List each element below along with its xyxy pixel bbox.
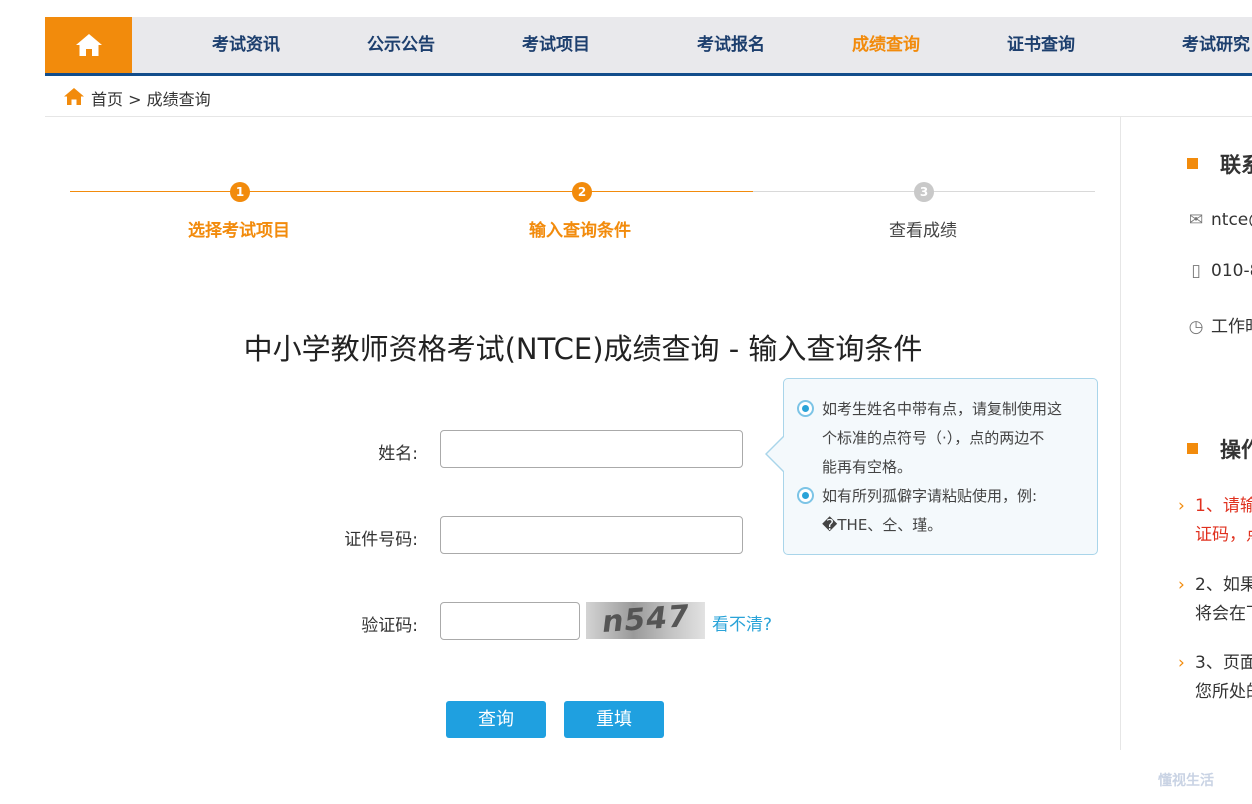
contact-email: ✉ ntce@ (1187, 210, 1252, 230)
tip-1-line-1: 如考生姓名中带有点，请复制使用这 (822, 400, 1063, 418)
square-bullet-icon (1187, 158, 1198, 169)
captcha-text: n547 (600, 602, 692, 639)
operation-note-2-line-2: 将会在下 (1195, 604, 1252, 624)
contact-phone: ▯ 010-8 (1187, 261, 1252, 281)
refresh-captcha-link[interactable]: 看不清? (712, 610, 772, 635)
contact-hours-text: 工作时 (1211, 317, 1252, 337)
operation-note-1: › 1、请输证码，点 (1178, 492, 1252, 550)
mail-icon: ✉ (1188, 210, 1204, 230)
operation-heading: 操作 (1187, 434, 1252, 464)
operation-note-3-line-1: 3、页面 (1195, 653, 1252, 673)
nav-item-score-query[interactable]: 成绩查询 (852, 17, 920, 73)
operation-note-1-line-1: 1、请输 (1195, 496, 1252, 516)
operation-note-3-line-2: 您所处的 (1195, 682, 1252, 702)
contact-phone-text: 010-8 (1211, 261, 1252, 281)
breadcrumb-current: 成绩查询 (146, 90, 211, 109)
tip-2-line-1: 如有所列孤僻字请粘贴使用，例: (822, 487, 1038, 505)
tip-1-line-3: 能再有空格。 (822, 458, 913, 476)
name-label: 姓名: (378, 444, 418, 464)
watermark-logo: 懂视生活 (1158, 770, 1214, 790)
reset-button[interactable]: 重填 (564, 701, 664, 738)
bullet-icon (797, 487, 814, 504)
operation-note-1-line-2: 证码，点 (1195, 525, 1252, 545)
step-2-label: 输入查询条件 (529, 221, 631, 241)
captcha-image[interactable]: n547 (586, 602, 705, 639)
home-icon (75, 34, 102, 56)
breadcrumb-text: 首页 > 成绩查询 (91, 86, 211, 110)
chevron-right-icon: › (1178, 575, 1185, 595)
step-1-badge: 1 (230, 182, 250, 202)
nav-item-exam-research[interactable]: 考试研究 (1182, 17, 1250, 73)
step-2-badge: 2 (572, 182, 592, 202)
chevron-right-icon: › (1178, 496, 1185, 516)
captcha-input[interactable] (440, 602, 580, 640)
operation-note-2: › 2、如果将会在下 (1178, 571, 1252, 629)
operation-heading-text: 操作 (1220, 438, 1252, 462)
nav-item-announcements[interactable]: 公示公告 (367, 17, 435, 73)
nav-item-registration[interactable]: 考试报名 (697, 17, 765, 73)
clock-icon: ◷ (1188, 317, 1204, 337)
id-number-label: 证件号码: (344, 530, 418, 550)
captcha-label: 验证码: (361, 616, 418, 636)
breadcrumb-home-link[interactable]: 首页 (91, 90, 123, 109)
submit-button[interactable]: 查询 (446, 701, 546, 738)
phone-icon: ▯ (1191, 261, 1201, 281)
breadcrumb: 首页 > 成绩查询 (45, 77, 1252, 117)
input-tips-tooltip: 如考生姓名中带有点，请复制使用这 个标准的点符号（·），点的两边不 能再有空格。… (783, 378, 1098, 555)
tooltip-arrow-fill (767, 437, 784, 471)
contact-email-text: ntce@ (1211, 210, 1252, 230)
id-number-input[interactable] (440, 516, 743, 554)
operation-note-2-line-1: 2、如果 (1195, 575, 1252, 595)
bullet-icon (797, 400, 814, 417)
right-divider (1120, 117, 1121, 750)
step-1-label: 选择考试项目 (188, 221, 290, 241)
step-3-badge: 3 (914, 182, 934, 202)
breadcrumb-separator: > (128, 90, 142, 109)
nav-item-exam-projects[interactable]: 考试项目 (522, 17, 590, 73)
square-bullet-icon (1187, 443, 1198, 454)
chevron-right-icon: › (1178, 653, 1185, 673)
tip-1-line-2: 个标准的点符号（·），点的两边不 (822, 429, 1045, 447)
nav-item-exam-news[interactable]: 考试资讯 (212, 17, 280, 73)
watermark-text: 懂视生活 (1158, 773, 1214, 789)
home-button[interactable] (45, 17, 132, 73)
nav-item-certificate-query[interactable]: 证书查询 (1007, 17, 1075, 73)
step-3-label: 查看成绩 (889, 221, 957, 241)
name-input[interactable] (440, 430, 743, 468)
home-icon (64, 88, 84, 105)
top-nav: 考试资讯 公示公告 考试项目 考试报名 成绩查询 证书查询 考试研究 (45, 17, 1252, 76)
operation-note-3: › 3、页面您所处的 (1178, 649, 1252, 707)
tip-2-line-2: �THE、仝、瑾。 (822, 516, 943, 534)
contact-heading-text: 联系 (1220, 153, 1252, 177)
progress-line-done (70, 191, 753, 192)
contact-heading: 联系 (1187, 149, 1252, 179)
contact-hours: ◷ 工作时 (1187, 312, 1252, 337)
page-title: 中小学教师资格考试(NTCE)成绩查询 - 输入查询条件 (243, 332, 923, 366)
